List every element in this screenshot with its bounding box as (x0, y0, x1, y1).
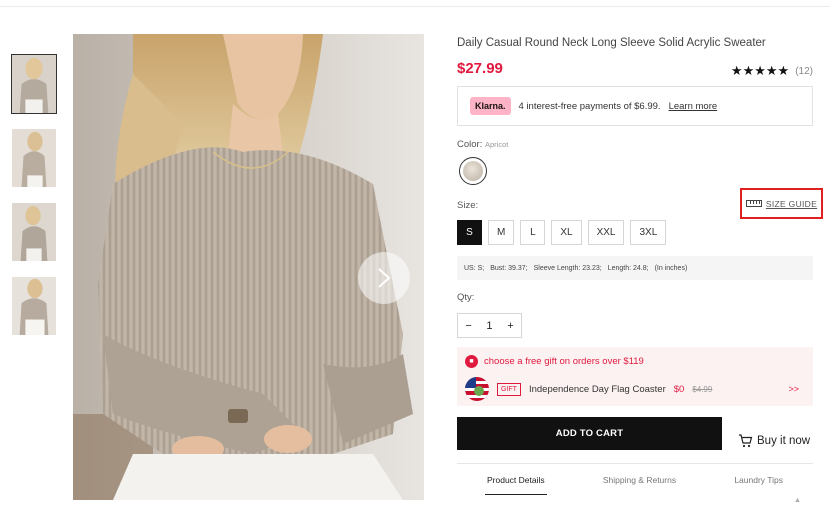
thumbnail-4[interactable] (11, 276, 57, 336)
size-option-xl[interactable]: XL (551, 220, 582, 245)
product-price: $27.99 (457, 60, 503, 77)
swatch-image (463, 161, 483, 181)
size-option-m[interactable]: M (488, 220, 515, 245)
top-divider (0, 6, 830, 7)
tab-product-details[interactable]: Product Details (485, 475, 547, 495)
size-guide-link[interactable]: SIZE GUIDE (740, 188, 823, 219)
size-measurements: US: S; Bust: 39.37; Sleeve Length: 23.23… (457, 256, 813, 280)
thumbnail-gallery (11, 54, 57, 350)
star-rating-icon: ★★★★★ (730, 63, 790, 78)
gift-tag: GIFT (497, 382, 521, 396)
rating[interactable]: ★★★★★ (12) (731, 63, 813, 79)
gift-promo-text: choose a free gift on orders over $119 (484, 356, 644, 367)
thumbnail-1[interactable] (11, 54, 57, 114)
gift-promo-row: ■ choose a free gift on orders over $119 (465, 355, 644, 368)
klarna-logo: Klarna. (470, 97, 511, 115)
free-gift-box: ■ choose a free gift on orders over $119… (457, 347, 813, 406)
flag-coaster-image (465, 377, 489, 401)
color-label: Color: Apricot (457, 139, 508, 150)
gift-old-price: $4.99 (692, 384, 713, 394)
color-value: Apricot (484, 140, 509, 149)
measure-bust: Bust: 39.37; (490, 264, 528, 272)
measure-length: Length: 24.8; (607, 264, 649, 272)
measure-us: US: S; (464, 264, 485, 272)
color-label-text: Color: (457, 139, 483, 150)
size-option-3xl[interactable]: 3XL (630, 220, 667, 245)
buy-now-button[interactable]: Buy it now (738, 434, 810, 448)
thumbnail-3[interactable] (11, 202, 57, 262)
buy-now-label: Buy it now (757, 435, 811, 447)
size-options: S M L XL XXL 3XL (457, 220, 667, 245)
product-title: Daily Casual Round Neck Long Sleeve Soli… (457, 37, 766, 49)
gift-price: $0 (673, 383, 685, 395)
measure-unit: (In inches) (654, 264, 688, 272)
size-option-s[interactable]: S (457, 220, 482, 245)
cart-icon (739, 434, 753, 448)
chevron-right-icon (378, 268, 391, 288)
klarna-text: 4 interest-free payments of $6.99. (518, 100, 661, 112)
thumbnail-2[interactable] (11, 128, 57, 188)
tab-laundry-tips[interactable]: Laundry Tips (734, 475, 783, 485)
next-image-button[interactable] (358, 252, 410, 304)
size-guide-text: SIZE GUIDE (765, 198, 818, 209)
tab-shipping-returns[interactable]: Shipping & Returns (603, 475, 676, 485)
scroll-up-icon[interactable]: ▲ (794, 497, 801, 504)
gift-name: Independence Day Flag Coaster (528, 383, 666, 395)
klarna-learn-more-link[interactable]: Learn more (669, 101, 718, 112)
ruler-icon (745, 200, 762, 207)
qty-label: Qty: (457, 292, 475, 303)
qty-plus-button[interactable]: + (507, 320, 513, 332)
add-to-cart-button[interactable]: ADD TO CART (457, 417, 722, 450)
gift-more-button[interactable]: >> (788, 384, 799, 394)
color-swatch-apricot[interactable] (459, 157, 487, 185)
size-label: Size: (457, 200, 479, 211)
measure-sleeve: Sleeve Length: 23.23; (533, 264, 602, 272)
rating-count: (12) (795, 65, 813, 77)
size-option-xxl[interactable]: XXL (587, 220, 625, 245)
qty-minus-button[interactable]: − (465, 320, 471, 332)
product-tabs: Product Details Shipping & Returns Laund… (457, 463, 813, 496)
klarna-banner: Klarna. 4 interest-free payments of $6.9… (457, 86, 813, 126)
gift-item-row[interactable]: GIFT Independence Day Flag Coaster $0 $4… (465, 377, 805, 401)
qty-value[interactable]: 1 (486, 320, 492, 332)
gift-icon: ■ (465, 355, 478, 368)
quantity-stepper: − 1 + (457, 313, 522, 338)
size-option-l[interactable]: L (520, 220, 546, 245)
main-product-image (73, 34, 424, 500)
